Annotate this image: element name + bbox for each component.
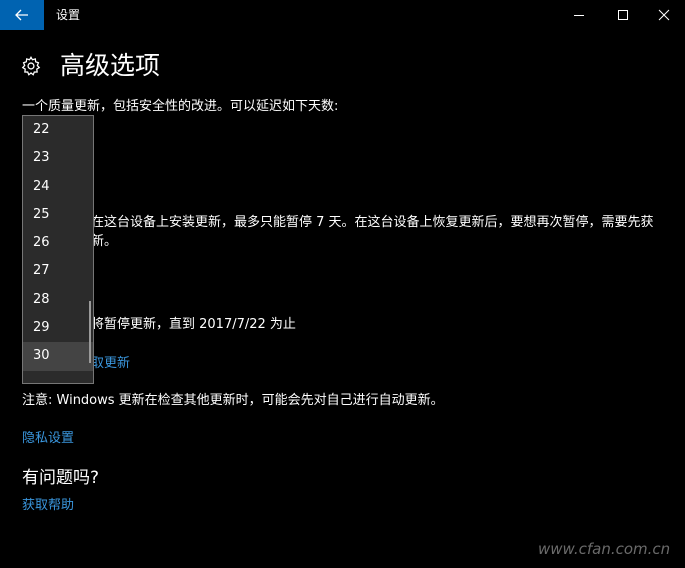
- back-arrow-icon: [15, 9, 28, 21]
- dropdown-option[interactable]: 22: [23, 116, 93, 144]
- privacy-settings-link[interactable]: 隐私设置: [22, 430, 74, 448]
- dropdown-option[interactable]: 25: [23, 201, 93, 229]
- dropdown-option[interactable]: 26: [23, 229, 93, 257]
- minimize-button[interactable]: [556, 0, 602, 30]
- watermark-text: www.cfan.com.cn: [538, 540, 671, 558]
- dropdown-option[interactable]: 23: [23, 144, 93, 172]
- get-help-link[interactable]: 获取帮助: [22, 497, 74, 515]
- window-title: 设置: [56, 8, 81, 22]
- pause-status-text: 将暂停更新，直到 2017/7/22 为止: [91, 317, 296, 332]
- defer-days-dropdown-list[interactable]: 22 23 24 25 26 27 28 29 30: [22, 115, 94, 384]
- back-button[interactable]: [0, 0, 44, 30]
- minimize-icon: [574, 15, 584, 16]
- dropdown-option-selected[interactable]: 30: [23, 342, 93, 371]
- dropdown-option[interactable]: 28: [23, 286, 93, 314]
- dropdown-scrollbar[interactable]: [89, 301, 91, 363]
- close-button[interactable]: [641, 0, 685, 30]
- maximize-icon: [618, 10, 628, 20]
- help-heading: 有问题吗?: [22, 468, 100, 488]
- page-title: 高级选项: [60, 51, 161, 80]
- get-updates-link[interactable]: 取更新: [91, 355, 130, 373]
- pause-description-line2: 新。: [91, 234, 118, 249]
- maximize-button[interactable]: [600, 0, 646, 30]
- settings-window: 设置 高级选项 一个质量更新，包括安全性的改进。可以延迟如下天数: 在这台设备上…: [0, 0, 685, 568]
- close-icon: [658, 9, 670, 21]
- quality-update-description: 一个质量更新，包括安全性的改进。可以延迟如下天数:: [22, 99, 339, 114]
- pause-description-line1: 在这台设备上安装更新，最多只能暂停 7 天。在这台设备上恢复更新后，要想再次暂停…: [91, 215, 654, 230]
- dropdown-option[interactable]: 29: [23, 314, 93, 342]
- dropdown-option[interactable]: 27: [23, 257, 93, 285]
- title-bar: 设置: [0, 0, 685, 30]
- page-header: 高级选项: [20, 46, 160, 86]
- dropdown-option[interactable]: 24: [23, 173, 93, 201]
- gear-icon: [21, 56, 41, 76]
- windows-update-note: 注意: Windows 更新在检查其他更新时，可能会先对自己进行自动更新。: [22, 393, 444, 408]
